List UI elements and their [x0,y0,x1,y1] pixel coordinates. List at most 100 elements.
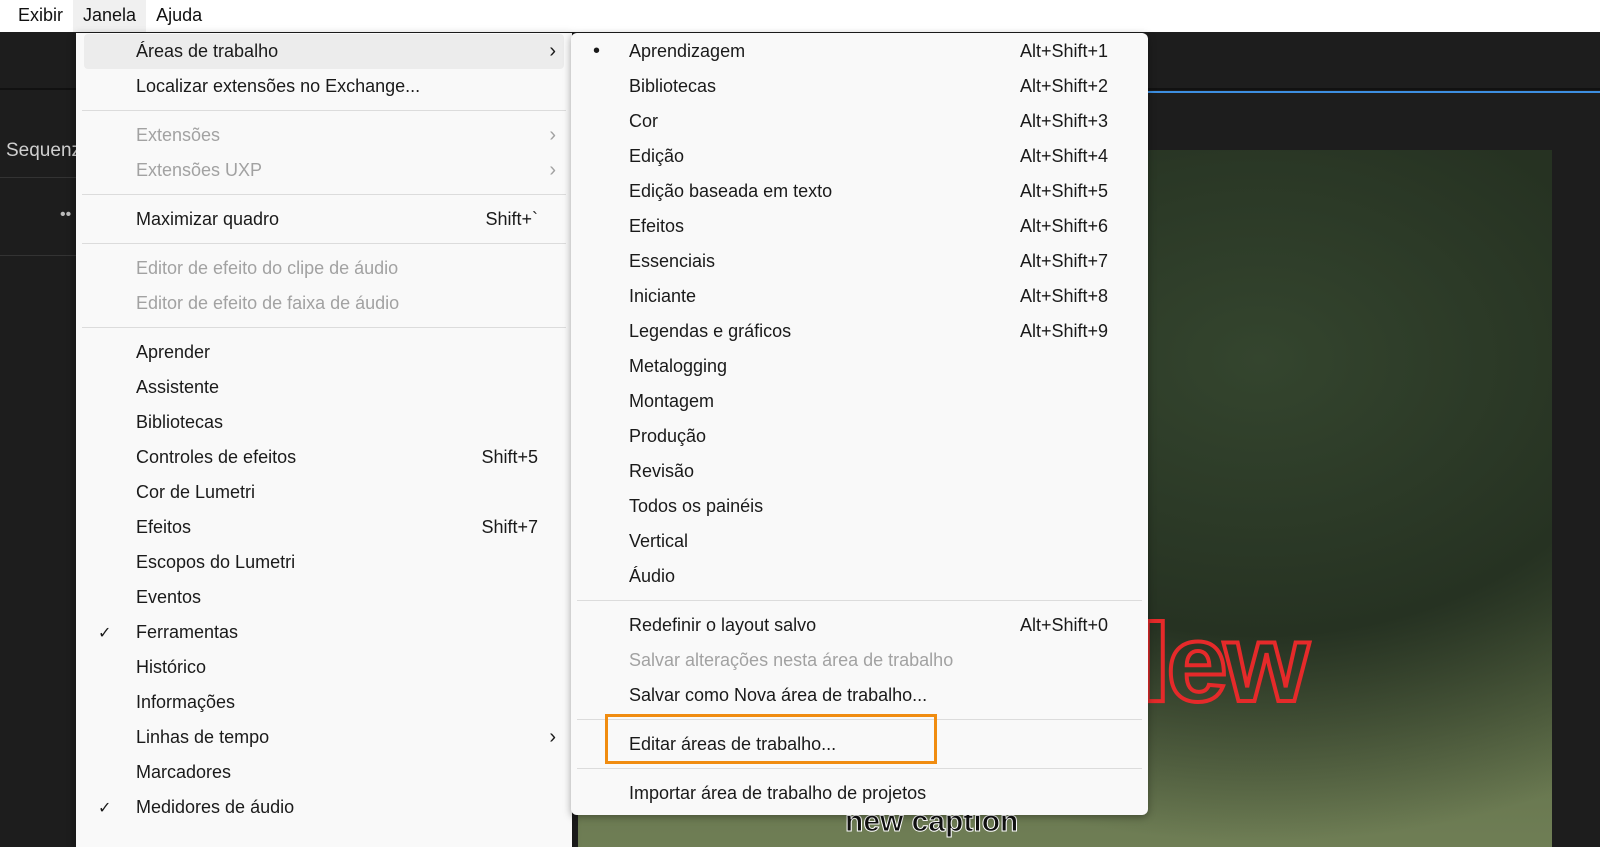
menu-separator [82,327,566,328]
chevron-right-icon: › [549,40,556,62]
menu-item-editor-de-efeito-do-clipe-de-audio: Editor de efeito do clipe de áudio [84,251,564,286]
menu-item-cor[interactable]: Cor Alt+Shift+3 [579,104,1140,139]
menu-item-label: Salvar alterações nesta área de trabalho [629,650,954,670]
menu-item-iniciante[interactable]: Iniciante Alt+Shift+8 [579,279,1140,314]
menu-item-label: Importar área de trabalho de projetos [629,783,927,803]
menu-item-vertical[interactable]: Vertical [579,524,1140,559]
menu-item-assistente[interactable]: Assistente [84,370,564,405]
menu-item-extensoes: Extensões › [84,118,564,153]
menu-separator [82,243,566,244]
panel-accent-line [1147,91,1600,93]
menu-item-edicao-baseada-em-texto[interactable]: Edição baseada em texto Alt+Shift+5 [579,174,1140,209]
menu-item-linhas-de-tempo[interactable]: Linhas de tempo › [84,720,564,755]
menu-item-label: Áudio [629,566,676,586]
menu-item-label: Efeitos [629,216,685,236]
menu-item-label: Controles de efeitos [136,447,297,467]
menu-item-label: Cor [629,111,659,131]
shortcut-label: Alt+Shift+5 [1019,181,1108,201]
menu-item-label: Editar áreas de trabalho... [629,734,837,754]
menu-item-maximizar-quadro[interactable]: Maximizar quadro Shift+` [84,202,564,237]
shortcut-label: Alt+Shift+8 [1019,286,1108,306]
menu-item-historico[interactable]: Histórico [84,650,564,685]
shortcut-label: Alt+Shift+9 [1019,321,1108,341]
menu-item-label: Bibliotecas [136,412,224,432]
menu-item-efeitos[interactable]: Efeitos Shift+7 [84,510,564,545]
menu-bar: Exibir Janela Ajuda [0,0,1600,32]
menu-item-audio[interactable]: Áudio [579,559,1140,594]
menu-item-localizar-extensoes-no-exchange[interactable]: Localizar extensões no Exchange... [84,69,564,104]
divider [0,255,76,256]
menu-item-label: Extensões UXP [136,160,263,180]
menu-item-label: Localizar extensões no Exchange... [136,76,421,96]
menu-item-marcadores[interactable]: Marcadores [84,755,564,790]
menu-item-label: Efeitos [136,517,192,537]
menu-item-legendas-e-graficos[interactable]: Legendas e gráficos Alt+Shift+9 [579,314,1140,349]
menu-item-importar-area-de-trabalho-de-projetos[interactable]: Importar área de trabalho de projetos [579,776,1140,811]
menu-item-label: Bibliotecas [629,76,717,96]
menu-item-todos-os-paineis[interactable]: Todos os painéis [579,489,1140,524]
menu-item-editar-areas-de-trabalho[interactable]: Editar áreas de trabalho... [579,714,1140,764]
menu-item-label: Essenciais [629,251,716,271]
chevron-right-icon: › [549,726,556,748]
menu-item-label: Maximizar quadro [136,209,280,229]
menu-item-label: Ferramentas [136,622,239,642]
shortcut-label: Alt+Shift+4 [1019,146,1108,166]
menu-item-extensoes-uxp: Extensões UXP › [84,153,564,188]
menu-item-label: Aprendizagem [629,41,746,61]
menu-item-areas-de-trabalho[interactable]: Áreas de trabalho › [84,34,564,69]
menu-item-informacoes[interactable]: Informações [84,685,564,720]
menu-item-label: Produção [629,426,707,446]
menu-separator [577,600,1142,601]
menu-ajuda[interactable]: Ajuda [146,0,212,32]
video-title-overlay: lew [1138,600,1311,727]
chevron-right-icon: › [549,124,556,146]
shortcut-label: Alt+Shift+1 [1019,41,1108,61]
menu-item-label: Áreas de trabalho [136,41,279,61]
menu-item-bibliotecas[interactable]: Bibliotecas Alt+Shift+2 [579,69,1140,104]
sequence-panel-tab[interactable]: Sequenz [6,140,81,162]
menu-item-salvar-como-nova-area-de-trabalho[interactable]: Salvar como Nova área de trabalho... [579,678,1140,713]
menu-item-producao[interactable]: Produção [579,419,1140,454]
menu-separator [577,768,1142,769]
shortcut-label: Shift+7 [481,517,538,537]
menu-janela[interactable]: Janela [73,0,147,32]
menu-item-controles-de-efeitos[interactable]: Controles de efeitos Shift+5 [84,440,564,475]
menu-item-label: Informações [136,692,236,712]
bullet-icon: • [593,40,601,62]
menu-item-edicao[interactable]: Edição Alt+Shift+4 [579,139,1140,174]
menu-item-label: Revisão [629,461,695,481]
shortcut-label: Shift+` [485,209,538,229]
divider [0,177,76,178]
menu-item-aprendizagem[interactable]: • Aprendizagem Alt+Shift+1 [579,34,1140,69]
menu-item-label: Salvar como Nova área de trabalho... [629,685,928,705]
menu-item-aprender[interactable]: Aprender [84,335,564,370]
menu-item-label: Todos os painéis [629,496,764,516]
menu-exibir[interactable]: Exibir [8,0,73,32]
more-options-icon[interactable]: •• [60,206,71,224]
menu-item-salvar-alteracoes-nesta-area-de-trabalho: Salvar alterações nesta área de trabalho [579,643,1140,678]
menu-item-eventos[interactable]: Eventos [84,580,564,615]
menu-item-label: Cor de Lumetri [136,482,256,502]
menu-item-label: Histórico [136,657,207,677]
menu-item-montagem[interactable]: Montagem [579,384,1140,419]
menu-item-label: Metalogging [629,356,728,376]
chevron-right-icon: › [549,159,556,181]
menu-item-redefinir-o-layout-salvo[interactable]: Redefinir o layout salvo Alt+Shift+0 [579,608,1140,643]
menu-item-revisao[interactable]: Revisão [579,454,1140,489]
menu-item-cor-de-lumetri[interactable]: Cor de Lumetri [84,475,564,510]
menu-item-efeitos[interactable]: Efeitos Alt+Shift+6 [579,209,1140,244]
menu-item-ferramentas[interactable]: ✓ Ferramentas [84,615,564,650]
menu-item-medidores-de-audio[interactable]: ✓ Medidores de áudio [84,790,564,825]
menu-item-bibliotecas[interactable]: Bibliotecas [84,405,564,440]
menu-separator [82,110,566,111]
menu-separator [82,194,566,195]
menu-item-label: Vertical [629,531,689,551]
menu-separator [577,719,1142,720]
menu-item-essenciais[interactable]: Essenciais Alt+Shift+7 [579,244,1140,279]
menu-item-escopos-do-lumetri[interactable]: Escopos do Lumetri [84,545,564,580]
menu-item-label: Edição [629,146,685,166]
menu-item-label: Legendas e gráficos [629,321,792,341]
janela-menu: Áreas de trabalho › Localizar extensões no… [76,33,572,847]
menu-item-metalogging[interactable]: Metalogging [579,349,1140,384]
menu-item-label: Escopos do Lumetri [136,552,296,572]
